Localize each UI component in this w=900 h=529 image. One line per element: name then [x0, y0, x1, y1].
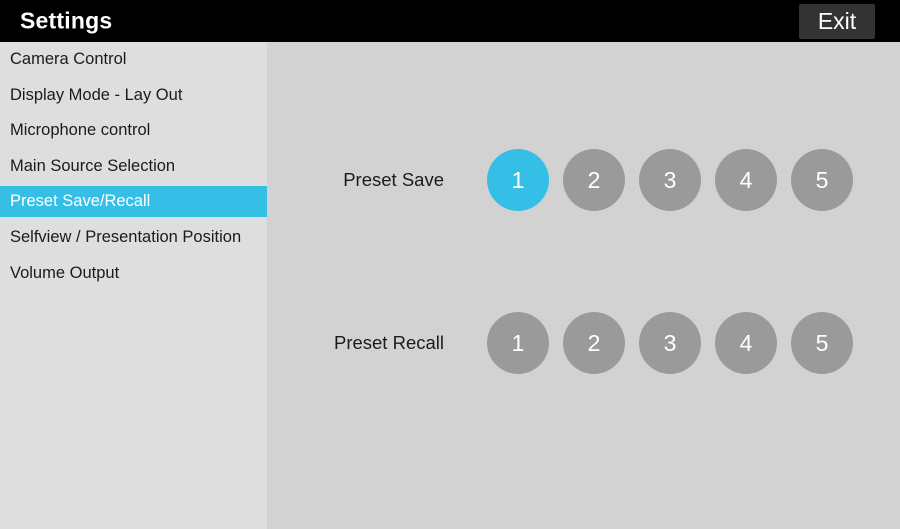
preset-button-group: 12345	[487, 145, 853, 215]
preset-save-button-1[interactable]: 1	[487, 149, 549, 211]
sidebar-item-label: Microphone control	[10, 121, 151, 140]
preset-recall-button-5[interactable]: 5	[791, 312, 853, 374]
preset-recall-button-2[interactable]: 2	[563, 312, 625, 374]
preset-save-button-2[interactable]: 2	[563, 149, 625, 211]
preset-row-preset-save: Preset Save 1 2 3 4 5	[267, 145, 900, 215]
preset-save-button-3[interactable]: 3	[639, 149, 701, 211]
preset-row-preset-recall: Preset Recall 1 2 3 4 5	[267, 308, 900, 378]
preset-row-label: Preset Recall	[333, 332, 444, 353]
sidebar-item-label: Selfview / Presentation Position	[10, 228, 242, 246]
sidebar-item-label: Main Source Selection	[10, 156, 176, 175]
sidebar-item-camera-control[interactable]: Camera Control	[0, 44, 267, 75]
exit-button[interactable]: Exit	[799, 4, 875, 39]
preset-button-group: 12345	[487, 308, 853, 378]
sidebar-item-label: Preset Save/Recall	[10, 192, 151, 211]
preset-recall-button-4[interactable]: 4	[715, 312, 777, 374]
preset-recall-button-1[interactable]: 1	[487, 312, 549, 374]
sidebar-item-main-source-selection[interactable]: Main Source Selection	[0, 151, 267, 182]
sidebar-item-label: Camera Control	[10, 50, 127, 68]
settings-screen: Settings Exit Camera Control Display Mode…	[0, 0, 900, 529]
sidebar-item-preset-save-recall[interactable]: Preset Save/Recall	[0, 186, 267, 218]
title-bar: Settings Exit	[0, 0, 900, 42]
preset-save-button-5[interactable]: 5	[791, 149, 853, 211]
sidebar-menu: Camera Control Display Mode - Lay Out Micr…	[0, 42, 267, 529]
sidebar-item-label: Volume Output	[10, 263, 120, 282]
sidebar-item-display-mode-lay-out[interactable]: Display Mode - Lay Out	[0, 80, 267, 111]
main-content: Preset Save 1 2 3 4 5 Preset Recall 1 2 3 4 5	[267, 42, 900, 529]
page-title: Settings	[20, 7, 113, 34]
preset-row-label: Preset Save	[343, 169, 444, 190]
sidebar-item-selfview-presentation-position[interactable]: Selfview / Presentation Position	[0, 222, 267, 253]
preset-recall-button-3[interactable]: 3	[639, 312, 701, 374]
sidebar-item-volume-output[interactable]: Volume Output	[0, 258, 267, 289]
sidebar-item-label: Display Mode - Lay Out	[10, 85, 183, 104]
sidebar-item-microphone-control[interactable]: Microphone control	[0, 115, 267, 146]
preset-save-button-4[interactable]: 4	[715, 149, 777, 211]
